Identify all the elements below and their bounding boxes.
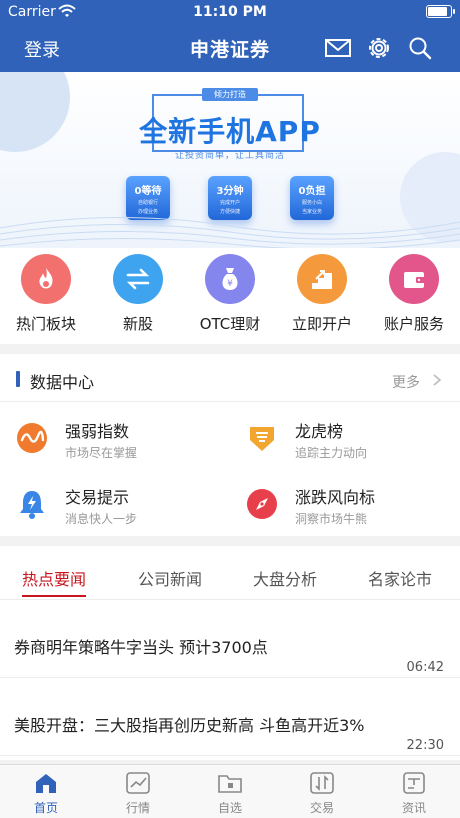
battery-icon — [426, 5, 455, 18]
section-header: 数据中心 更多 — [0, 354, 460, 402]
data-item-desc: 消息快人一步 — [65, 512, 138, 526]
banner-tagline: 倾力打造 — [202, 88, 258, 101]
news-icon — [403, 772, 425, 794]
svg-text:¥: ¥ — [227, 279, 233, 289]
shortcut-account-service[interactable]: 账户服务 — [368, 254, 460, 334]
feature-tile-value: 0等待 — [134, 186, 162, 197]
stairs-icon — [297, 254, 347, 304]
tab-label: 公司新闻 — [138, 570, 203, 589]
news-time: 22:30 — [406, 738, 444, 753]
news-time: 06:42 — [406, 660, 444, 675]
data-item-dragon-tiger[interactable]: 龙虎榜 追踪主力动向 — [230, 404, 460, 470]
tab-market-analysis[interactable]: 大盘分析 — [253, 566, 317, 590]
wave-chart-icon — [17, 423, 47, 453]
tab-expert-opinion[interactable]: 名家论市 — [368, 566, 432, 590]
shortcut-label: 热门板块 — [15, 315, 76, 333]
tab-market[interactable]: 行情 — [92, 771, 184, 816]
banner-waves — [0, 217, 460, 248]
section-accent-bar — [16, 371, 20, 387]
data-item-strength-index[interactable]: 强弱指数 市场尽在掌握 — [0, 404, 230, 470]
exchange-arrows-icon — [113, 254, 163, 304]
shortcut-label: OTC理财 — [199, 315, 261, 333]
data-item-desc: 洞察市场牛熊 — [295, 512, 368, 526]
data-center-section: 数据中心 更多 强弱指数 市场尽在掌握 龙虎榜 追踪主力动向 交易提示 消息快人… — [0, 354, 460, 536]
tab-label: 行情 — [125, 801, 150, 815]
money-bag-icon: ¥ — [205, 254, 255, 304]
tab-company-news[interactable]: 公司新闻 — [138, 566, 202, 590]
shortcut-open-account[interactable]: 立即开户 — [276, 254, 368, 334]
data-item-name: 交易提示 — [65, 488, 130, 507]
tab-news[interactable]: 资讯 — [368, 771, 460, 816]
tab-label: 名家论市 — [368, 570, 433, 589]
shortcut-otc[interactable]: ¥ OTC理财 — [184, 254, 276, 334]
trade-icon — [310, 772, 334, 794]
data-item-trade-alert[interactable]: 交易提示 消息快人一步 — [0, 470, 230, 536]
wallet-icon — [389, 254, 439, 304]
tab-label: 交易 — [309, 801, 334, 815]
tab-label: 资讯 — [401, 801, 426, 815]
news-item[interactable]: 券商明年策略牛字当头 预计3700点 06:42 — [0, 600, 460, 678]
feature-tile-value: 0负担 — [298, 186, 326, 197]
shortcut-grid: 热门板块 新股 ¥ OTC理财 立即开户 账户服务 — [0, 248, 460, 344]
data-item-name: 涨跌风向标 — [295, 488, 376, 507]
section-title: 数据中心 — [30, 373, 95, 392]
news-tab-bar: 热点要闻 公司新闻 大盘分析 名家论市 — [0, 546, 460, 600]
news-item[interactable]: 美股开盘：三大股指再创历史新高 斗鱼高开近3% 22:30 — [0, 678, 460, 756]
banner-subline: 让投资简单，让工具简洁 — [174, 151, 285, 161]
folder-icon — [218, 775, 242, 793]
news-list: 券商明年策略牛字当头 预计3700点 06:42 美股开盘：三大股指再创历史新高… — [0, 600, 460, 760]
shortcut-label: 立即开户 — [291, 315, 352, 333]
banner-headline: 全新手机APP — [139, 115, 321, 148]
data-item-desc: 追踪主力动向 — [295, 446, 368, 460]
chart-icon — [126, 772, 150, 794]
gear-icon[interactable] — [365, 34, 393, 62]
promo-banner[interactable]: 倾力打造 全新手机APP 让投资简单，让工具简洁 0等待 自助银行 办理业务 3… — [0, 72, 460, 248]
more-link[interactable]: 更多 — [392, 372, 420, 392]
tab-label: 热点要闻 — [22, 570, 87, 589]
tab-home[interactable]: 首页 — [0, 771, 92, 816]
tab-label: 首页 — [33, 801, 58, 815]
bottom-tab-bar: 首页 行情 自选 交易 资讯 — [0, 764, 460, 818]
bell-icon — [20, 491, 44, 519]
status-bar: Carrier 11:10 PM — [0, 0, 460, 24]
data-item-name: 强弱指数 — [65, 422, 130, 441]
tab-watchlist[interactable]: 自选 — [184, 771, 276, 816]
news-headline: 美股开盘：三大股指再创历史新高 斗鱼高开近3% — [14, 716, 365, 735]
shortcut-new-stock[interactable]: 新股 — [92, 254, 184, 334]
search-icon[interactable] — [406, 34, 434, 62]
tab-label: 大盘分析 — [253, 570, 318, 589]
tab-hot-news[interactable]: 热点要闻 — [22, 566, 87, 597]
data-item-market-vane[interactable]: 涨跌风向标 洞察市场牛熊 — [230, 470, 460, 536]
compass-icon — [247, 489, 277, 519]
chevron-right-icon[interactable] — [432, 373, 442, 387]
shortcut-hot-sectors[interactable]: 热门板块 — [0, 254, 92, 334]
data-item-desc: 市场尽在掌握 — [65, 446, 138, 460]
top-navbar: 登录 申港证券 — [0, 24, 460, 72]
home-icon — [36, 774, 56, 793]
news-headline: 券商明年策略牛字当头 预计3700点 — [14, 638, 268, 657]
flame-icon — [21, 254, 71, 304]
shortcut-label: 新股 — [122, 315, 153, 333]
feature-tile-value: 3分钟 — [216, 186, 244, 197]
tab-trade[interactable]: 交易 — [276, 771, 368, 816]
rank-badge-icon — [250, 427, 274, 451]
active-tab-indicator — [22, 595, 87, 597]
clock: 11:10 PM — [193, 4, 267, 20]
mail-icon[interactable] — [324, 34, 352, 62]
data-item-name: 龙虎榜 — [295, 422, 344, 441]
tab-label: 自选 — [217, 801, 242, 815]
shortcut-label: 账户服务 — [383, 315, 444, 333]
